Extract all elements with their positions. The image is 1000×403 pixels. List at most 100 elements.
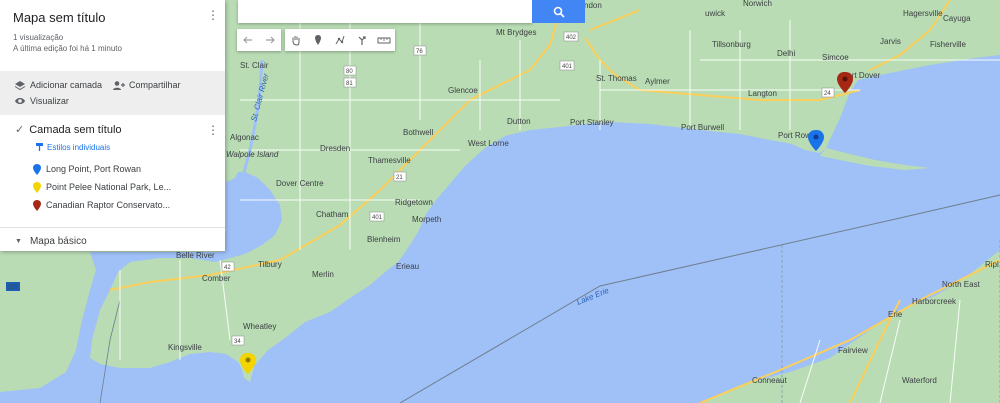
share-button[interactable]: Compartilhar: [112, 78, 181, 92]
directions-icon: [358, 36, 366, 45]
add-person-icon: [113, 80, 125, 90]
draw-line-button[interactable]: [329, 29, 351, 51]
label-simcoe: Simcoe: [822, 53, 849, 62]
measure-button[interactable]: [373, 29, 395, 51]
label-wheatley: Wheatley: [243, 322, 276, 331]
map-toolbar: [237, 29, 395, 51]
undo-icon: [243, 36, 252, 44]
map-panel: Mapa sem título ⋮ 1 visualização A últim…: [0, 0, 225, 251]
label-dutton: Dutton: [507, 117, 531, 126]
hand-icon: [292, 36, 300, 46]
individual-styles-link[interactable]: Estilos individuais: [35, 142, 212, 152]
label-kingsville: Kingsville: [168, 343, 202, 352]
label-west-lorne: West Lorne: [468, 139, 509, 148]
label-tillsonburg: Tillsonburg: [712, 40, 751, 49]
add-layer-button[interactable]: Adicionar camada: [14, 78, 102, 92]
label-uwick: uwick: [705, 9, 726, 18]
last-edit: A última edição foi há 1 minuto: [13, 44, 122, 53]
preview-label: Visualizar: [30, 96, 69, 106]
add-layer-label: Adicionar camada: [30, 80, 103, 90]
label-algonac: Algonac: [230, 133, 259, 142]
base-map-label: Mapa básico: [29, 235, 87, 247]
map-title[interactable]: Mapa sem título: [13, 10, 212, 25]
label-harborcreek: Harborcreek: [912, 297, 957, 306]
label-north-east: North East: [942, 280, 981, 289]
layer-options-icon[interactable]: ⋮: [207, 124, 219, 136]
label-jarvis: Jarvis: [880, 37, 901, 46]
more-options-icon[interactable]: ⋮: [207, 9, 219, 21]
label-merlin: Merlin: [312, 270, 334, 279]
label-morpeth: Morpeth: [412, 215, 441, 224]
svg-text:401: 401: [562, 64, 573, 70]
panel-header: Mapa sem título ⋮ 1 visualização A últim…: [0, 0, 225, 71]
svg-text:24: 24: [824, 91, 831, 97]
label-dresden: Dresden: [320, 144, 350, 153]
panel-actions: Adicionar camada Compartilhar Visualizar: [0, 71, 225, 115]
preview-button[interactable]: Visualizar: [14, 94, 69, 108]
yellow-pin-icon: [33, 181, 41, 193]
place-label: Long Point, Port Rowan: [46, 164, 142, 174]
label-chatham: Chatham: [316, 210, 349, 219]
svg-text:275: 275: [8, 285, 19, 291]
svg-text:21: 21: [396, 175, 403, 181]
search-button[interactable]: [532, 0, 585, 23]
svg-text:81: 81: [346, 81, 353, 87]
redo-icon: [266, 36, 275, 44]
label-aylmer: Aylmer: [645, 77, 670, 86]
blue-pin-icon: [33, 163, 41, 175]
label-waterford: Waterford: [902, 376, 937, 385]
history-group: [237, 29, 281, 51]
layer-title[interactable]: Camada sem título: [29, 124, 121, 136]
svg-text:42: 42: [224, 265, 231, 271]
label-thamesville: Thamesville: [368, 156, 411, 165]
layers-icon: [14, 80, 26, 90]
svg-text:402: 402: [566, 35, 577, 41]
search-icon: [553, 6, 565, 18]
directions-button[interactable]: [351, 29, 373, 51]
list-item-point-pelee[interactable]: Point Pelee National Park, Le...: [33, 178, 212, 196]
label-ripl: Ripl: [985, 260, 999, 269]
svg-text:34: 34: [234, 339, 241, 345]
label-comber: Comber: [202, 274, 231, 283]
layer-header: ✓ Camada sem título: [13, 123, 212, 137]
layer-checkbox[interactable]: ✓: [15, 123, 24, 136]
label-conneaut: Conneaut: [752, 376, 787, 385]
ruler-icon: [377, 37, 391, 44]
svg-text:80: 80: [346, 69, 353, 75]
pan-button[interactable]: [285, 29, 307, 51]
label-langton: Langton: [748, 89, 777, 98]
red-pin-icon: [33, 199, 41, 211]
label-fairview: Fairview: [838, 346, 868, 355]
label-bothwell: Bothwell: [403, 128, 433, 137]
paint-roller-icon: [36, 143, 43, 151]
label-delhi: Delhi: [777, 49, 795, 58]
list-item-canadian-raptor[interactable]: Canadian Raptor Conservato...: [33, 196, 212, 214]
label-tilbury: Tilbury: [258, 260, 282, 269]
undo-button[interactable]: [237, 29, 259, 51]
label-erie: Erie: [888, 310, 903, 319]
label-st-thomas: St. Thomas: [596, 74, 637, 83]
draw-line-icon: [335, 35, 345, 45]
label-port-stanley: Port Stanley: [570, 118, 614, 127]
eye-icon: [15, 98, 25, 104]
label-dover-centre: Dover Centre: [276, 179, 324, 188]
label-belle-river: Belle River: [176, 251, 215, 260]
search-input[interactable]: [238, 0, 532, 23]
add-marker-button[interactable]: [307, 29, 329, 51]
tools-group: [285, 29, 395, 51]
svg-text:401: 401: [372, 215, 383, 221]
label-erieau: Erieau: [396, 262, 419, 271]
individual-styles-label: Estilos individuais: [47, 142, 111, 152]
place-label: Canadian Raptor Conservato...: [46, 200, 171, 210]
list-item-long-point[interactable]: Long Point, Port Rowan: [33, 160, 212, 178]
layer-section: ✓ Camada sem título ⋮ Estilos individuai…: [0, 115, 225, 228]
label-walpole-island: Walpole Island: [226, 150, 279, 159]
redo-button[interactable]: [259, 29, 281, 51]
label-hagersville: Hagersville: [903, 9, 943, 18]
base-map-toggle[interactable]: ▼ Mapa básico: [0, 231, 225, 251]
chevron-down-icon: ▼: [15, 237, 22, 245]
label-ridgetown: Ridgetown: [395, 198, 433, 207]
label-st-clair: St. Clair: [240, 61, 269, 70]
label-port-burwell: Port Burwell: [681, 123, 724, 132]
svg-text:76: 76: [416, 49, 423, 55]
